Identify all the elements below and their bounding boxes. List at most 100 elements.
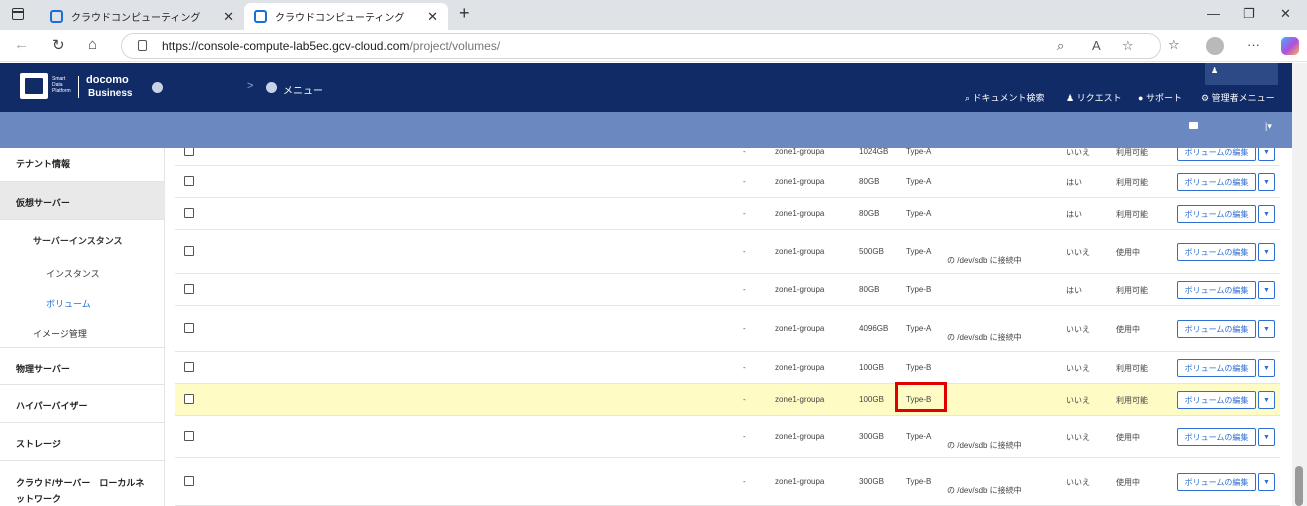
sidebar-item-hypervisor[interactable]: ハイパーバイザー [0, 385, 165, 423]
sidebar-item-server-instance[interactable]: サーバーインスタンス [33, 234, 123, 247]
edit-volume-button[interactable]: ボリュームの編集 [1177, 391, 1256, 409]
row-checkbox[interactable] [184, 284, 194, 294]
cell-type: Type-A [906, 324, 932, 333]
row-checkbox[interactable] [184, 148, 194, 156]
scrollbar-thumb[interactable] [1295, 466, 1303, 506]
menu-icon[interactable] [266, 82, 277, 93]
table-row[interactable]: - zone1-groupa 80GB Type-A はい 利用可能 ボリュームの編集 ▼ [175, 166, 1280, 198]
cell-dash: - [743, 477, 746, 486]
table-row[interactable]: - zone1-groupa 100GB Type-B いいえ 利用可能 ボリュームの編集 ▼ [175, 384, 1280, 416]
cell-size: 80GB [859, 285, 880, 294]
edit-volume-button[interactable]: ボリュームの編集 [1177, 243, 1256, 261]
row-checkbox[interactable] [184, 394, 194, 404]
browser-tab-2[interactable]: クラウドコンピューティング ✕ [244, 3, 448, 30]
copilot-icon[interactable] [1281, 37, 1299, 55]
table-row[interactable]: - zone1-groupa 1024GB Type-A いいえ 利用可能 ボリュームの編集… [175, 148, 1280, 166]
favorites-icon[interactable]: ☆ [1168, 37, 1180, 53]
cell-status: 利用可能 [1116, 396, 1148, 405]
sidebar-item-volume[interactable]: ボリューム [46, 297, 91, 310]
close-tab-icon[interactable]: ✕ [427, 9, 438, 25]
row-actions-dropdown-icon[interactable]: ▼ [1258, 428, 1275, 446]
row-checkbox[interactable] [184, 208, 194, 218]
menu-button[interactable]: メニュー [283, 82, 323, 97]
row-actions-dropdown-icon[interactable]: ▼ [1258, 243, 1275, 261]
table-row[interactable]: - zone1-groupa 100GB Type-B いいえ 利用可能 ボリュームの編集 ▼ [175, 352, 1280, 384]
table-row[interactable]: - zone1-groupa 500GB Type-A の /dev/sdb に接続中 い… [175, 230, 1280, 274]
minimize-icon[interactable]: — [1207, 6, 1220, 21]
table-row[interactable]: - zone1-groupa 80GB Type-B はい 利用可能 ボリュームの編集 ▼ [175, 274, 1280, 306]
admin-menu-link[interactable]: ⚙ 管理者メニュー [1201, 91, 1275, 104]
cell-type: Type-B [906, 363, 932, 372]
edit-volume-button[interactable]: ボリュームの編集 [1177, 359, 1256, 377]
row-actions-dropdown-icon[interactable]: ▼ [1258, 281, 1275, 299]
profile-avatar[interactable] [1206, 37, 1224, 55]
edit-volume-button[interactable]: ボリュームの編集 [1177, 473, 1256, 491]
user-icon: ♟ [1211, 66, 1219, 75]
dropdown-toggle-icon[interactable]: |▾ [1265, 121, 1272, 132]
favorite-star-icon[interactable]: ☆ [1122, 38, 1134, 54]
tab-title: クラウドコンピューティング [71, 13, 201, 24]
cell-attached: の /dev/sdb に接続中 [947, 256, 1022, 265]
cell-bootable: いいえ [1066, 433, 1090, 442]
row-actions-dropdown-icon[interactable]: ▼ [1258, 173, 1275, 191]
cell-status: 使用中 [1116, 433, 1140, 442]
edit-volume-button[interactable]: ボリュームの編集 [1177, 281, 1256, 299]
new-tab-icon[interactable]: + [459, 3, 470, 24]
table-row[interactable]: - zone1-groupa 300GB Type-B の /dev/sdb に接続中 い… [175, 458, 1280, 506]
url-text[interactable]: https://console-compute-lab5ec.gcv-cloud… [162, 39, 500, 53]
cell-dash: - [743, 363, 746, 372]
maximize-icon[interactable]: ❐ [1243, 6, 1255, 22]
row-actions-dropdown-icon[interactable]: ▼ [1258, 359, 1275, 377]
edit-volume-button[interactable]: ボリュームの編集 [1177, 428, 1256, 446]
row-checkbox[interactable] [184, 323, 194, 333]
calendar-icon[interactable] [1189, 122, 1198, 129]
sidebar-item-cloud-server-local-network[interactable]: クラウド/サーバー ローカルネ ットワーク [0, 461, 165, 506]
sidebar-item-instance[interactable]: インスタンス [46, 267, 100, 280]
table-row[interactable]: - zone1-groupa 80GB Type-A はい 利用可能 ボリュームの編集 ▼ [175, 198, 1280, 230]
site-info-icon[interactable] [138, 40, 147, 51]
more-options-icon[interactable]: ··· [1247, 37, 1260, 52]
home-icon[interactable]: ⌂ [88, 36, 97, 53]
support-link[interactable]: ● サポート [1138, 91, 1182, 104]
row-checkbox[interactable] [184, 176, 194, 186]
row-checkbox[interactable] [184, 476, 194, 486]
table-row[interactable]: - zone1-groupa 300GB Type-A の /dev/sdb に接続中 い… [175, 416, 1280, 458]
cell-type: Type-A [906, 148, 932, 156]
sidebar-item-physical-server[interactable]: 物理サーバー [0, 347, 165, 385]
sidebar-item-storage[interactable]: ストレージ [0, 423, 165, 461]
sidebar-item-image-mgmt[interactable]: イメージ管理 [33, 327, 87, 340]
edit-volume-button[interactable]: ボリュームの編集 [1177, 320, 1256, 338]
logo-divider [78, 76, 79, 98]
browser-tab-1[interactable]: クラウドコンピューティング ✕ [40, 3, 244, 30]
account-switch-icon[interactable] [152, 82, 163, 93]
row-actions-dropdown-icon[interactable]: ▼ [1258, 473, 1275, 491]
zoom-search-icon[interactable]: ⌕ [1057, 38, 1064, 54]
url-bar[interactable]: https://console-compute-lab5ec.gcv-cloud… [121, 33, 1161, 59]
back-icon[interactable]: ← [14, 36, 29, 53]
cell-bootable: いいえ [1066, 364, 1090, 373]
page-scrollbar[interactable] [1292, 63, 1307, 506]
table-row[interactable]: - zone1-groupa 4096GB Type-A の /dev/sdb に接続中… [175, 306, 1280, 352]
sidebar-item-tenant-info[interactable]: テナント情報 [0, 148, 165, 182]
row-actions-dropdown-icon[interactable]: ▼ [1258, 205, 1275, 223]
row-actions-dropdown-icon[interactable]: ▼ [1258, 148, 1275, 161]
reload-icon[interactable]: ↻ [52, 36, 65, 54]
close-tab-icon[interactable]: ✕ [223, 9, 234, 25]
read-aloud-icon[interactable]: A [1092, 38, 1101, 53]
edit-volume-button[interactable]: ボリュームの編集 [1177, 148, 1256, 161]
sidebar-item-virtual-server[interactable]: 仮想サーバー [0, 182, 165, 220]
row-actions-dropdown-icon[interactable]: ▼ [1258, 391, 1275, 409]
window-close-icon[interactable]: ✕ [1280, 6, 1291, 22]
row-actions-dropdown-icon[interactable]: ▼ [1258, 320, 1275, 338]
row-checkbox[interactable] [184, 246, 194, 256]
edit-volume-button[interactable]: ボリュームの編集 [1177, 205, 1256, 223]
request-link[interactable]: ♟ リクエスト [1066, 91, 1122, 104]
row-checkbox[interactable] [184, 431, 194, 441]
address-bar-row: ← ↻ ⌂ https://console-compute-lab5ec.gcv… [0, 30, 1307, 62]
edit-volume-button[interactable]: ボリュームの編集 [1177, 173, 1256, 191]
window-menu-icon[interactable] [12, 8, 24, 20]
row-checkbox[interactable] [184, 362, 194, 372]
doc-search-link[interactable]: ⌕ ドキュメント検索 [965, 91, 1045, 104]
sidebar: テナント情報 仮想サーバー サーバーインスタンス インスタンス ボリューム イメ… [0, 148, 165, 506]
cell-bootable: いいえ [1066, 325, 1090, 334]
